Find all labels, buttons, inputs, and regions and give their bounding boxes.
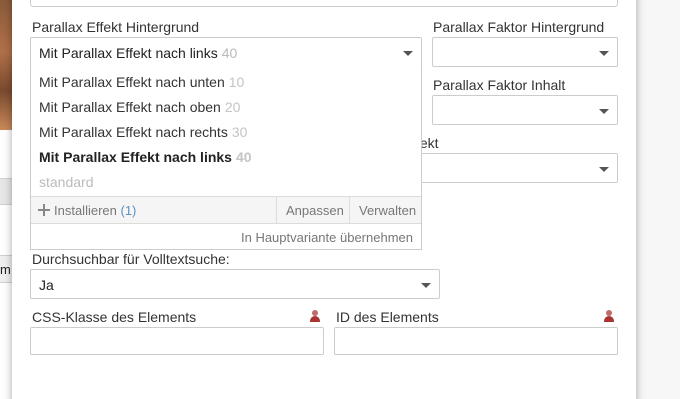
install-button[interactable]: Installieren (1) (38, 197, 136, 223)
element-id-label: ID des Elements (336, 309, 439, 325)
option-label: Mit Parallax Effekt nach unten (39, 74, 225, 90)
searchable-label: Durchsuchbar für Volltextsuche: (32, 251, 230, 267)
css-class-input[interactable] (30, 327, 324, 355)
background-right (636, 0, 680, 399)
searchable-select[interactable]: Ja (30, 269, 440, 299)
apply-main-variant-button[interactable]: In Hauptvariante übernehmen (241, 230, 413, 245)
effect-select[interactable] (416, 153, 618, 183)
dropdown-option[interactable]: Mit Parallax Effekt nach rechts 30 (39, 124, 247, 140)
parallax-bg-value-number: 40 (221, 45, 238, 61)
chevron-down-icon (599, 51, 609, 56)
option-label: Mit Parallax Effekt nach oben (39, 99, 221, 115)
parallax-bg-label: Parallax Effekt Hintergrund (32, 19, 200, 35)
option-label: Mit Parallax Effekt nach rechts (39, 124, 228, 140)
parallax-factor-bg-label: Parallax Faktor Hintergrund (433, 19, 605, 35)
dropdown-option[interactable]: Mit Parallax Effekt nach oben 20 (39, 99, 240, 115)
option-label: Mit Parallax Effekt nach links (39, 149, 232, 165)
searchable-value: Ja (39, 277, 54, 293)
chevron-down-icon (403, 51, 413, 56)
option-number: 30 (231, 124, 248, 140)
dropdown-option[interactable]: Mit Parallax Effekt nach unten 10 (39, 74, 244, 90)
install-count: (1) (120, 203, 137, 218)
chevron-down-icon (421, 283, 431, 288)
adjust-button[interactable]: Anpassen (276, 197, 349, 223)
chevron-down-icon (599, 109, 609, 114)
parallax-bg-select[interactable]: Mit Parallax Effekt nach links 40 (30, 37, 422, 67)
manage-button[interactable]: Verwalten (349, 197, 421, 223)
install-label: Installieren (54, 203, 117, 218)
dropdown-actions-bar: Installieren (1) Anpassen Verwalten (31, 196, 421, 224)
option-number: 10 (228, 74, 245, 90)
option-number: 40 (235, 149, 252, 165)
dropdown-option-selected[interactable]: Mit Parallax Effekt nach links 40 (39, 149, 252, 165)
parallax-bg-value: Mit Parallax Effekt nach links (39, 45, 218, 61)
adjust-label: Anpassen (286, 203, 344, 218)
user-icon[interactable] (604, 310, 614, 322)
element-id-input[interactable] (334, 327, 618, 355)
plus-icon (38, 204, 50, 216)
chevron-down-icon (599, 167, 609, 172)
user-icon[interactable] (310, 310, 320, 322)
parallax-factor-content-select[interactable] (432, 95, 618, 125)
option-number: 20 (224, 99, 241, 115)
option-label: standard (39, 174, 94, 190)
parallax-factor-bg-select[interactable] (432, 37, 618, 67)
css-class-label: CSS-Klasse des Elements (32, 309, 197, 325)
parallax-factor-content-label: Parallax Faktor Inhalt (433, 77, 566, 93)
background-bar-text: m (0, 262, 11, 277)
top-input-field[interactable] (30, 0, 618, 7)
dropdown-option-standard[interactable]: standard (39, 174, 93, 190)
manage-label: Verwalten (359, 203, 417, 218)
parallax-bg-dropdown: Mit Parallax Effekt nach unten 10 Mit Par… (30, 66, 422, 250)
